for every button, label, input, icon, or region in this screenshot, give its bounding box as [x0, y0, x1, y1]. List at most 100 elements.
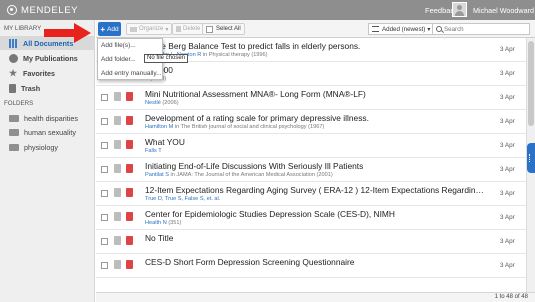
- sidebar-folder-health-disparities[interactable]: health disparities: [0, 111, 95, 125]
- document-date: 3 Apr: [500, 46, 515, 53]
- sidebar-item-label: My Publications: [23, 53, 78, 63]
- details-panel-toggle[interactable]: [527, 143, 535, 173]
- document-icon: [114, 116, 121, 125]
- red-arrow-annotation: [44, 23, 91, 43]
- user-name[interactable]: Michael Woodward: [473, 6, 534, 15]
- document-row[interactable]: Mini Nutritional Assessment MNA®- Long F…: [96, 86, 526, 110]
- document-date: 3 Apr: [500, 70, 515, 77]
- document-source: in Physical therapy (1996): [201, 52, 268, 58]
- pdf-icon: [126, 92, 133, 101]
- mendeley-logo[interactable]: MENDELEY: [7, 4, 78, 16]
- document-row[interactable]: Center for Epidemiologic Studies Depress…: [96, 206, 526, 230]
- document-row[interactable]: No Title 3 Apr: [96, 230, 526, 254]
- row-checkbox[interactable]: [101, 190, 108, 197]
- sidebar-folder-human-sexuality[interactable]: human sexuality: [0, 125, 95, 139]
- document-icon: [114, 140, 121, 149]
- document-row[interactable]: 12-Item Expectations Regarding Aging Sur…: [96, 182, 526, 206]
- document-authors[interactable]: Hamilton M: [145, 124, 173, 130]
- sidebar-item-label: Favorites: [23, 68, 55, 78]
- pdf-icon: [126, 236, 133, 245]
- document-source: (351): [166, 220, 182, 226]
- sidebar-item-my-publications[interactable]: My Publications: [0, 51, 95, 65]
- sort-dropdown[interactable]: Added (newest) ▾: [368, 23, 435, 35]
- document-date: 3 Apr: [500, 166, 515, 173]
- sidebar-folder-label: human sexuality: [24, 127, 76, 137]
- add-button[interactable]: + Add: [98, 22, 121, 36]
- scroll-thumb[interactable]: [528, 41, 534, 126]
- row-checkbox[interactable]: [101, 94, 108, 101]
- logo-text: MENDELEY: [21, 4, 79, 16]
- document-authors[interactable]: Health N: [145, 220, 167, 226]
- document-title[interactable]: of the Berg Balance Test to predict fall…: [145, 41, 485, 51]
- sidebar-folder-physiology[interactable]: physiology: [0, 140, 95, 154]
- pdf-icon: [126, 260, 133, 269]
- pdf-icon: [126, 212, 133, 221]
- chevron-down-icon: ▾: [165, 26, 169, 33]
- document-title[interactable]: et 2000: [145, 65, 485, 75]
- menu-item-add-folder[interactable]: Add folder...: [101, 56, 136, 63]
- document-icon: [114, 212, 121, 221]
- folder-icon: [9, 143, 19, 151]
- document-title[interactable]: Mini Nutritional Assessment MNA®- Long F…: [145, 89, 485, 99]
- document-title[interactable]: No Title: [145, 233, 485, 243]
- document-row[interactable]: CES-D Short Form Depression Screening Qu…: [96, 254, 526, 278]
- pdf-icon: [126, 164, 133, 173]
- document-row[interactable]: What YOU Falls T 3 Apr: [96, 134, 526, 158]
- document-authors[interactable]: Pantilat S: [145, 172, 169, 178]
- document-row[interactable]: Initiating End-of-Life Discussions With …: [96, 158, 526, 182]
- search-box[interactable]: [432, 23, 530, 35]
- row-checkbox[interactable]: [101, 262, 108, 269]
- delete-button-label: Delete: [183, 26, 201, 32]
- document-authors[interactable]: Falls T: [145, 148, 162, 154]
- document-row[interactable]: Development of a rating scale for primar…: [96, 110, 526, 134]
- document-title[interactable]: Development of a rating scale for primar…: [145, 113, 485, 123]
- sort-label: Added (newest): [382, 25, 426, 33]
- document-meta: Nestlé (2006): [145, 100, 485, 106]
- mendeley-logo-icon: [7, 5, 17, 15]
- folder-icon: [130, 26, 137, 32]
- document-icon: [114, 188, 121, 197]
- document-meta: A (2000): [145, 76, 485, 82]
- document-title[interactable]: CES-D Short Form Depression Screening Qu…: [145, 257, 485, 267]
- sidebar: MY LIBRARY All Documents My Publications…: [0, 20, 95, 302]
- sidebar-item-favorites[interactable]: ★ Favorites: [0, 66, 95, 80]
- document-date: 3 Apr: [500, 238, 515, 245]
- search-input[interactable]: [444, 25, 529, 33]
- document-icon: [114, 260, 121, 269]
- document-date: 3 Apr: [500, 94, 515, 101]
- row-checkbox[interactable]: [101, 214, 108, 221]
- add-button-label: Add: [107, 25, 119, 33]
- document-authors[interactable]: True D, True S, False S, et. al.: [145, 196, 220, 202]
- pdf-icon: [126, 188, 133, 197]
- row-checkbox[interactable]: [101, 166, 108, 173]
- user-avatar[interactable]: [452, 2, 467, 17]
- row-checkbox[interactable]: [101, 238, 108, 245]
- sort-icon: [372, 26, 379, 32]
- document-title[interactable]: 12-Item Expectations Regarding Aging Sur…: [145, 185, 485, 195]
- document-meta: True D, True S, False S, et. al.: [145, 196, 485, 202]
- select-all-checkbox[interactable]: [206, 25, 213, 33]
- document-icon: [114, 92, 121, 101]
- row-checkbox[interactable]: [101, 118, 108, 125]
- select-all-button[interactable]: Select All: [202, 23, 245, 35]
- row-checkbox[interactable]: [101, 142, 108, 149]
- folder-icon: [9, 114, 19, 122]
- folder-icon: [9, 128, 19, 136]
- organize-button[interactable]: Organize ▾: [126, 23, 173, 35]
- top-bar: MENDELEY Feedback Michael Woodward: [0, 0, 535, 20]
- delete-button[interactable]: Delete: [172, 23, 205, 35]
- document-authors[interactable]: Nestlé: [145, 100, 161, 106]
- toolbar: + Add Organize ▾ Delete Select All Added…: [96, 20, 535, 38]
- sidebar-item-trash[interactable]: Trash: [0, 81, 95, 95]
- document-meta: Falls T: [145, 148, 485, 154]
- document-date: 3 Apr: [500, 118, 515, 125]
- document-title[interactable]: Center for Epidemiologic Studies Depress…: [145, 209, 485, 219]
- document-meta: Health N (351): [145, 220, 485, 226]
- document-title[interactable]: What YOU: [145, 137, 485, 147]
- document-meta: Thorbahn L, Newton R in Physical therapy…: [145, 52, 485, 58]
- document-title[interactable]: Initiating End-of-Life Discussions With …: [145, 161, 485, 171]
- document-date: 3 Apr: [500, 190, 515, 197]
- menu-item-add-files[interactable]: Add file(s)...: [101, 42, 136, 49]
- document-date: 3 Apr: [500, 262, 515, 269]
- menu-item-add-entry-manually[interactable]: Add entry manually...: [101, 70, 162, 77]
